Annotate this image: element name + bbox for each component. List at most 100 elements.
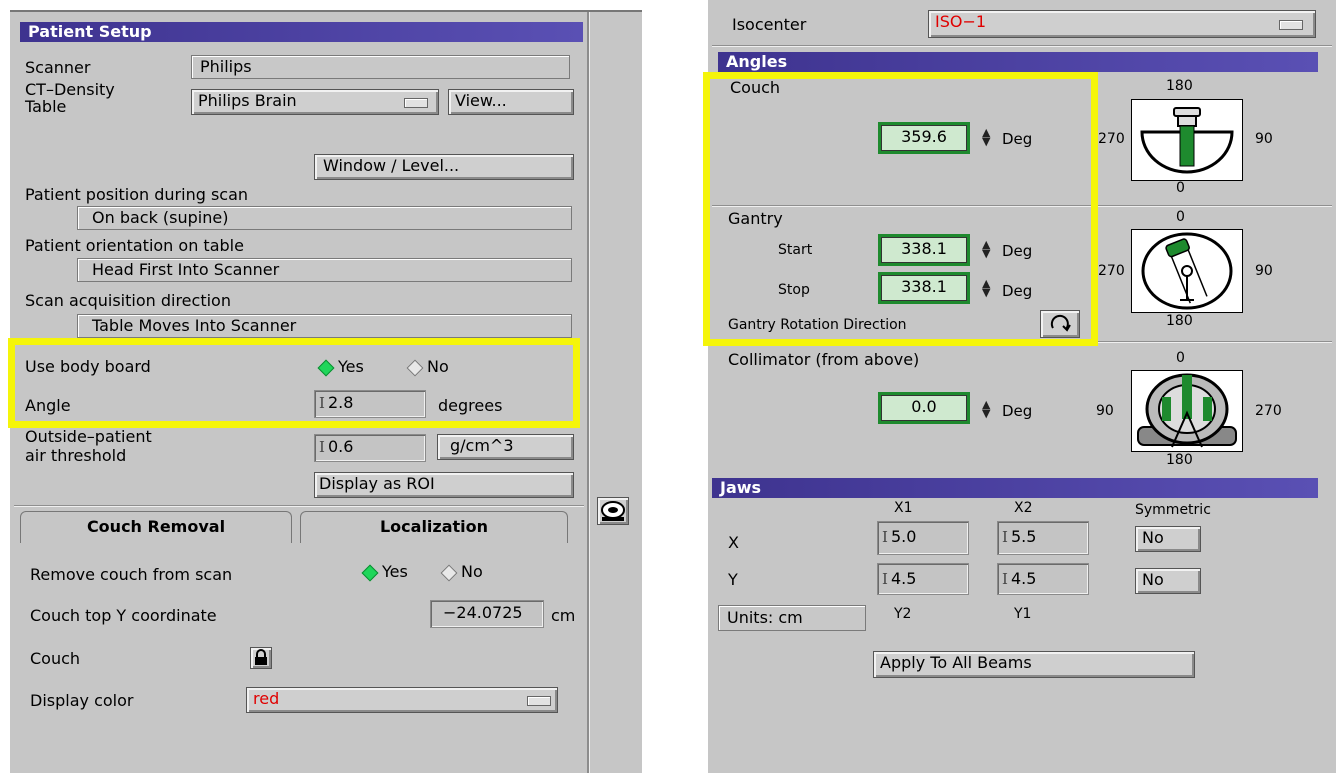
scanner-label: Scanner: [25, 58, 91, 77]
couch-dial[interactable]: [1131, 99, 1243, 181]
radio-unselected-icon: [440, 564, 458, 581]
collimator-dial-top: 0: [1176, 350, 1185, 366]
collimator-dial-left: 90: [1096, 403, 1114, 419]
collimator-dial[interactable]: [1131, 370, 1243, 452]
collimator-label: Collimator (from above): [728, 350, 920, 369]
symmetric-label: Symmetric: [1135, 502, 1211, 518]
scanner-view-button[interactable]: [597, 497, 629, 525]
no-label: No: [461, 562, 483, 581]
right-top-separator: [712, 45, 1332, 47]
couch-y-label: Couch top Y coordinate: [30, 606, 217, 625]
isocenter-value: ISO−1: [935, 12, 987, 31]
x1-value: 5.0: [890, 527, 917, 546]
collimator-spinner[interactable]: ▲ ▼: [982, 399, 990, 419]
gantry-dial[interactable]: [1131, 229, 1243, 313]
left-panel-top-border: [10, 10, 642, 12]
jaw-y-label: Y: [728, 570, 738, 589]
text-cursor-icon: I: [319, 438, 325, 456]
dropdown-icon: [527, 696, 551, 706]
yes-label: Yes: [382, 562, 408, 581]
collimator-deg: Deg: [1002, 402, 1033, 420]
x1-label: X1: [894, 500, 913, 516]
y2-label: Y2: [894, 606, 912, 622]
radio-selected-icon: [361, 564, 379, 581]
display-color-dropdown[interactable]: red: [246, 687, 558, 713]
y1-value: 4.5: [1010, 569, 1037, 588]
x-symmetric-button[interactable]: No: [1135, 526, 1201, 552]
window-level-button[interactable]: Window / Level...: [314, 154, 574, 180]
tab-couch-removal[interactable]: Couch Removal: [20, 511, 292, 543]
y1-label: Y1: [1014, 606, 1032, 622]
y-symmetric-button[interactable]: No: [1135, 568, 1201, 594]
couch-dial-graphic: [1140, 107, 1234, 174]
remove-couch-label: Remove couch from scan: [30, 565, 233, 584]
couch-dial-left: 270: [1098, 131, 1125, 147]
scanner-field[interactable]: Philips: [191, 55, 570, 79]
x1-input[interactable]: I 5.0: [877, 521, 969, 555]
air-threshold-input[interactable]: I 0.6: [314, 434, 426, 462]
orientation-field[interactable]: Head First Into Scanner: [77, 258, 572, 282]
ct-density-label-2: Table: [25, 97, 67, 116]
units-field: Units: cm: [718, 605, 866, 631]
collimator-dial-right: 270: [1255, 403, 1282, 419]
remove-couch-yes-radio[interactable]: Yes: [361, 562, 408, 581]
x2-value: 5.5: [1010, 527, 1037, 546]
couch-label: Couch: [30, 649, 81, 668]
scanner-icon: [601, 501, 625, 521]
display-roi-button[interactable]: Display as ROI: [314, 472, 574, 498]
couch-dial-top: 180: [1166, 78, 1193, 94]
dropdown-icon: [1279, 20, 1303, 30]
text-cursor-icon: I: [1002, 570, 1008, 588]
ct-density-dropdown[interactable]: Philips Brain: [191, 89, 439, 115]
air-unit-button[interactable]: g/cm^3: [437, 434, 574, 460]
isocenter-label: Isocenter: [732, 15, 807, 34]
apply-to-all-beams-button[interactable]: Apply To All Beams: [873, 651, 1195, 678]
air-threshold-label-2: air threshold: [25, 446, 127, 465]
couch-dial-bottom: 0: [1176, 180, 1185, 196]
patient-setup-header: Patient Setup: [20, 22, 583, 42]
tab-localization[interactable]: Localization: [300, 511, 568, 543]
isocenter-dropdown[interactable]: ISO−1: [928, 10, 1316, 38]
gantry-dial-right: 90: [1255, 263, 1273, 279]
display-color-label: Display color: [30, 691, 134, 710]
collimator-input[interactable]: 0.0: [878, 392, 970, 424]
gantry-dial-bottom: 180: [1166, 313, 1193, 329]
text-cursor-icon: I: [882, 528, 888, 546]
angles-header: Angles: [718, 52, 1318, 72]
direction-label: Scan acquisition direction: [25, 291, 231, 310]
remove-couch-no-radio[interactable]: No: [440, 562, 483, 581]
x2-input[interactable]: I 5.5: [997, 521, 1089, 555]
collimator-value: 0.0: [881, 395, 967, 421]
ct-density-value: Philips Brain: [198, 91, 297, 110]
couch-y-unit: cm: [551, 606, 576, 625]
direction-field[interactable]: Table Moves Into Scanner: [77, 314, 572, 338]
gantry-dial-top: 0: [1176, 209, 1185, 225]
jaws-header: Jaws: [712, 478, 1318, 498]
position-field[interactable]: On back (supine): [77, 206, 572, 230]
x2-label: X2: [1014, 500, 1033, 516]
highlight-box-angles: [703, 72, 1098, 346]
couch-dial-right: 90: [1255, 131, 1273, 147]
couch-y-input[interactable]: −24.0725: [430, 600, 544, 628]
text-cursor-icon: I: [1002, 528, 1008, 546]
orientation-label: Patient orientation on table: [25, 236, 244, 255]
text-cursor-icon: I: [882, 570, 888, 588]
collimator-dial-graphic: [1137, 373, 1237, 448]
gantry-dial-graphic: [1141, 232, 1233, 310]
air-threshold-value: 0.6: [327, 437, 354, 456]
gantry-dial-left: 270: [1098, 263, 1125, 279]
dropdown-icon: [404, 98, 428, 108]
y2-value: 4.5: [890, 569, 917, 588]
y1-input[interactable]: I 4.5: [997, 563, 1089, 595]
ct-density-label-1: CT–Density: [25, 80, 115, 99]
couch-lock-button[interactable]: [250, 647, 272, 669]
left-separator: [14, 505, 584, 507]
lock-icon: [255, 649, 267, 665]
collimator-dial-bottom: 180: [1166, 452, 1193, 468]
view-button[interactable]: View...: [448, 89, 574, 115]
y2-input[interactable]: I 4.5: [877, 563, 969, 595]
left-panel-divider: [587, 12, 590, 773]
position-label: Patient position during scan: [25, 185, 249, 204]
highlight-box-body-board: [8, 338, 580, 428]
air-threshold-label-1: Outside–patient: [25, 427, 152, 446]
